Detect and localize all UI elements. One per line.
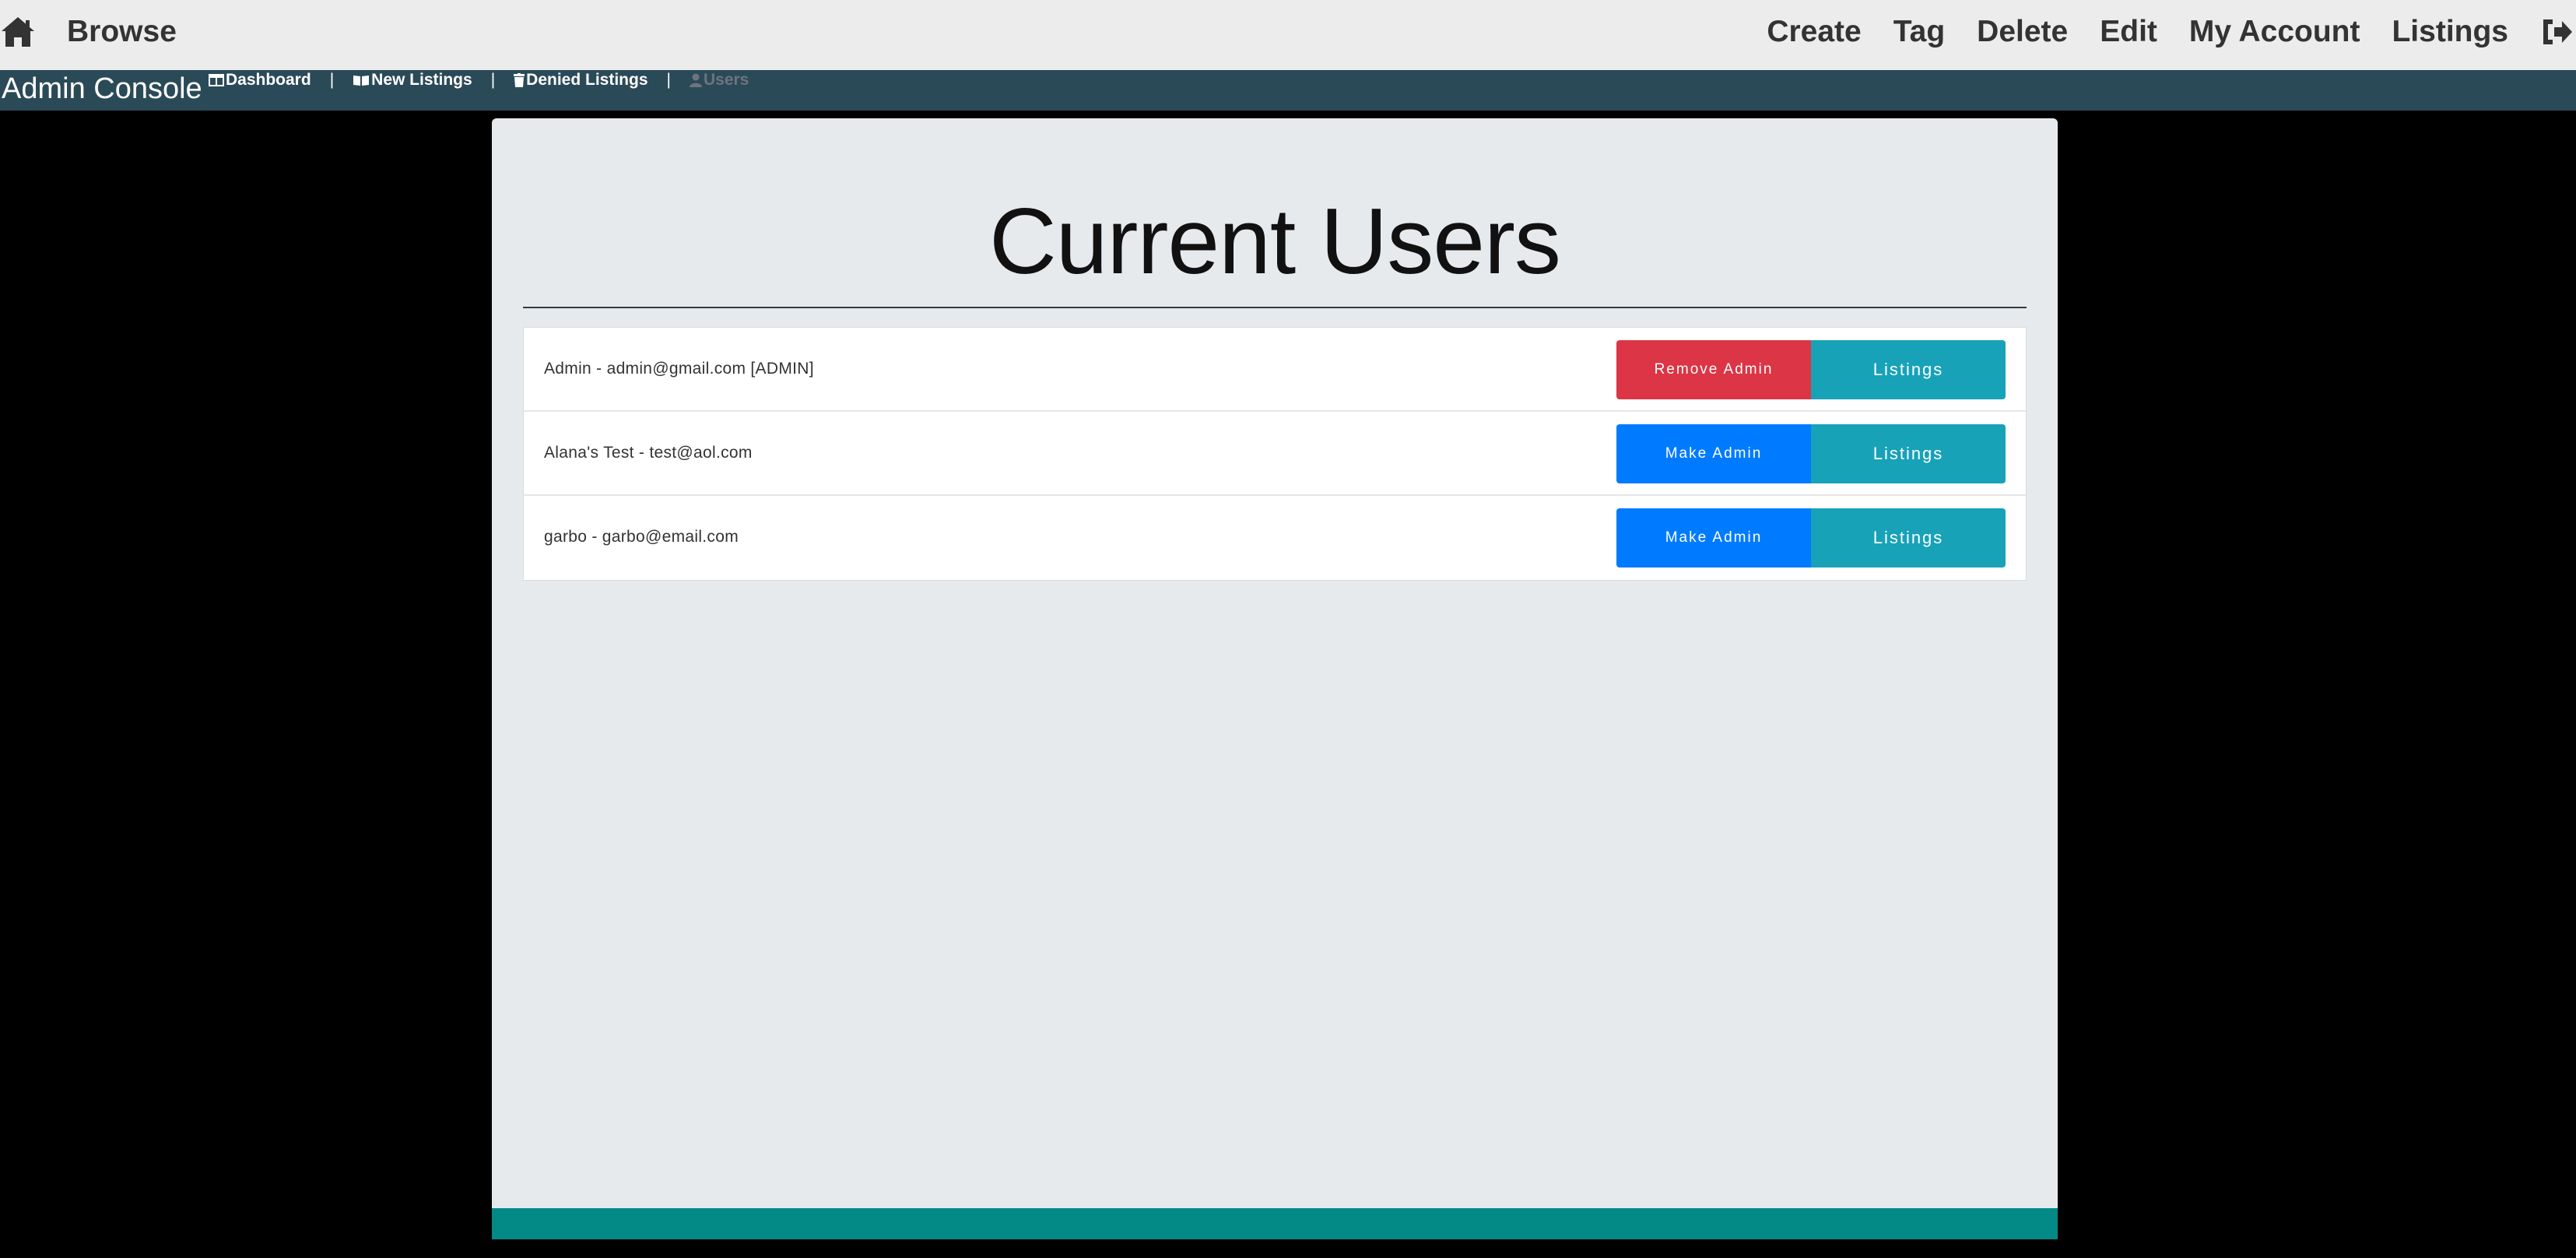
separator: | [329, 71, 335, 89]
delete-link[interactable]: Delete [1977, 14, 2068, 50]
user-listings-button[interactable]: Listings [1811, 424, 2006, 483]
user-listings-button[interactable]: Listings [1811, 508, 2006, 568]
make-admin-button[interactable]: Make Admin [1616, 424, 1811, 483]
book-open-icon [353, 76, 370, 86]
users-label: Users [703, 71, 749, 89]
users-card: Current Users Admin - admin@gmail.com [A… [492, 118, 2058, 1208]
new-listings-link[interactable]: New Listings [353, 70, 472, 90]
list-item: Admin - admin@gmail.com [ADMIN] Remove A… [524, 328, 2026, 412]
my-account-link[interactable]: My Account [2189, 14, 2360, 50]
trash-icon [514, 73, 525, 87]
admin-console-title: Admin Console [2, 72, 202, 105]
dashboard-link[interactable]: Dashboard [209, 70, 311, 90]
browse-link[interactable]: Browse [67, 14, 177, 50]
separator: | [490, 71, 496, 89]
home-icon[interactable] [0, 16, 36, 48]
top-nav-links: Create Tag Delete Edit My Account Listin… [1767, 14, 2576, 50]
denied-listings-link[interactable]: Denied Listings [514, 70, 648, 90]
admin-console-bar: Admin Console Dashboard | New Listings | [0, 70, 2576, 111]
tag-link[interactable]: Tag [1893, 14, 1945, 50]
admin-nav: Dashboard | New Listings | Denied Listin… [209, 70, 749, 90]
users-link[interactable]: Users [689, 70, 749, 90]
create-link[interactable]: Create [1767, 14, 1861, 50]
list-item: Alana's Test - test@aol.com Make Admin L… [524, 412, 2026, 496]
separator: | [666, 71, 671, 89]
user-icon [689, 73, 702, 87]
dashboard-label: Dashboard [226, 71, 311, 89]
columns-icon [209, 74, 224, 86]
listings-link[interactable]: Listings [2392, 14, 2508, 50]
top-navbar: Browse Create Tag Delete Edit My Account… [0, 0, 2576, 70]
new-listings-label: New Listings [371, 71, 472, 89]
user-label: Admin - admin@gmail.com [ADMIN] [544, 360, 814, 378]
sign-out-icon[interactable] [2540, 16, 2573, 47]
user-listings-button[interactable]: Listings [1811, 340, 2006, 399]
user-label: garbo - garbo@email.com [544, 528, 739, 546]
user-list: Admin - admin@gmail.com [ADMIN] Remove A… [523, 327, 2027, 581]
list-item: garbo - garbo@email.com Make Admin Listi… [524, 496, 2026, 580]
edit-link[interactable]: Edit [2100, 14, 2157, 50]
divider [523, 307, 2027, 308]
make-admin-button[interactable]: Make Admin [1616, 508, 1811, 568]
footer-bar [492, 1208, 2058, 1239]
denied-listings-label: Denied Listings [526, 71, 648, 89]
user-label: Alana's Test - test@aol.com [544, 444, 753, 462]
remove-admin-button[interactable]: Remove Admin [1616, 340, 1811, 399]
page-title: Current Users [989, 189, 1561, 293]
